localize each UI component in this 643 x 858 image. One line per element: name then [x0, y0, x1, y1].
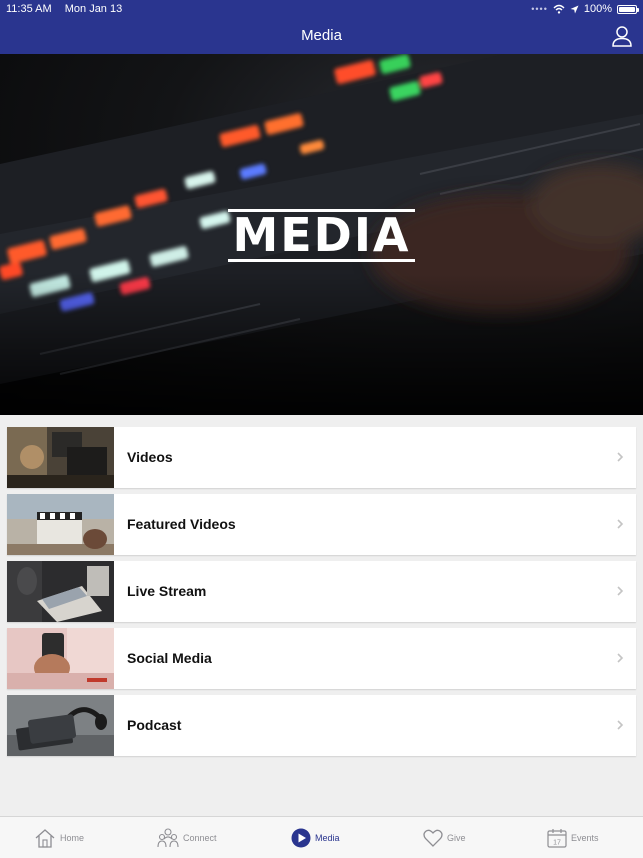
tab-label: Media — [315, 833, 340, 843]
phone-in-hand-photo — [7, 628, 114, 689]
multitask-dots-icon: •••• — [531, 4, 548, 14]
wifi-icon — [553, 4, 565, 14]
tab-label: Events — [571, 833, 599, 843]
heart-icon — [423, 829, 443, 847]
tab-home[interactable]: Home — [34, 827, 84, 849]
list-item-label: Featured Videos — [127, 516, 236, 532]
tab-label: Home — [60, 833, 85, 843]
chevron-right-icon — [617, 519, 624, 529]
hero-banner: MEDIA — [0, 54, 643, 415]
tab-label: Connect — [183, 833, 217, 843]
camera-crew-photo — [7, 427, 114, 488]
hero-title-text: MEDIA — [228, 209, 415, 262]
page-title: Media — [301, 27, 342, 44]
list-item-featured-videos[interactable]: Featured Videos — [7, 494, 636, 555]
chevron-right-icon — [617, 586, 624, 596]
app-header: 11:35 AM Mon Jan 13 •••• 100% Media — [0, 0, 643, 54]
battery-percent: 100% — [583, 3, 612, 15]
tab-bar: Home Connect Media Give 17 Events — [0, 816, 643, 858]
status-bar: 11:35 AM Mon Jan 13 •••• 100% — [6, 3, 639, 17]
tab-media[interactable]: Media — [291, 827, 340, 849]
media-list: Videos Featured Videos Live Stream Socia… — [7, 427, 636, 762]
headphones-phone-photo — [7, 695, 114, 756]
tab-label: Give — [447, 833, 466, 843]
home-icon — [35, 829, 55, 848]
location-arrow-icon — [570, 5, 579, 13]
status-time: 11:35 AM — [6, 3, 52, 15]
calendar-icon: 17 — [547, 829, 567, 848]
hero-title: MEDIA — [0, 209, 643, 262]
chevron-right-icon — [617, 653, 624, 663]
battery-icon — [617, 4, 639, 14]
list-item-live-stream[interactable]: Live Stream — [7, 561, 636, 622]
list-item-label: Live Stream — [127, 583, 207, 599]
list-item-podcast[interactable]: Podcast — [7, 695, 636, 756]
play-icon — [291, 828, 311, 848]
list-item-label: Videos — [127, 449, 173, 465]
list-item-label: Social Media — [127, 650, 212, 666]
tab-events[interactable]: 17 Events — [547, 827, 599, 849]
chevron-right-icon — [617, 720, 624, 730]
people-icon — [157, 828, 179, 848]
svg-text:17: 17 — [553, 840, 561, 847]
clapperboard-photo — [7, 494, 114, 555]
status-date: Mon Jan 13 — [64, 3, 123, 15]
list-item-label: Podcast — [127, 717, 182, 733]
list-item-videos[interactable]: Videos — [7, 427, 636, 488]
profile-button[interactable] — [611, 25, 633, 47]
tab-connect[interactable]: Connect — [157, 827, 217, 849]
laptop-photo — [7, 561, 114, 622]
list-item-social-media[interactable]: Social Media — [7, 628, 636, 689]
tab-give[interactable]: Give — [423, 827, 466, 849]
chevron-right-icon — [617, 452, 624, 462]
